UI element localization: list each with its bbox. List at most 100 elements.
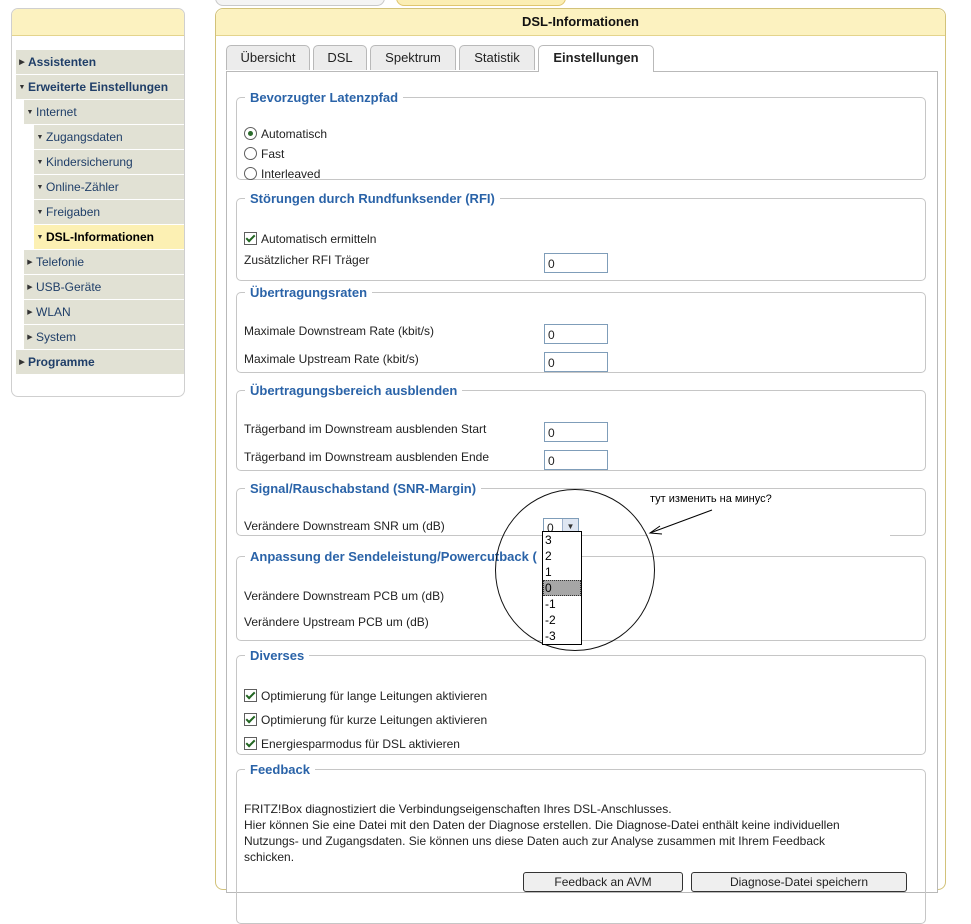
hide-end-label: Trägerband im Downstream ausblenden Ende: [244, 450, 490, 464]
sidebar-item-freigaben[interactable]: ▼ Freigaben: [34, 200, 184, 225]
radio-icon[interactable]: [244, 167, 257, 180]
chevron-down-icon: ▼: [36, 208, 44, 216]
pcb-legend: Anpassung der Sendeleistung/Powercutback…: [250, 549, 537, 564]
sidebar-item-dsl-informationen[interactable]: ▼ DSL-Informationen: [34, 225, 184, 250]
checkbox-icon[interactable]: [244, 689, 257, 702]
save-diagnose-button[interactable]: Diagnose-Datei speichern: [691, 872, 907, 892]
sidebar-item-system[interactable]: ▶ System: [24, 325, 184, 350]
sidebar-item-label: Erweiterte Einstellungen: [28, 80, 169, 94]
latency-group: Bevorzugter Latenzpfad Automatisch Fast …: [236, 90, 926, 181]
annotation-note: тут изменить на минус?: [650, 493, 772, 505]
radio-icon[interactable]: [244, 127, 257, 140]
sidebar-item-programme[interactable]: ▶ Programme: [16, 350, 184, 375]
sidebar-item-telefonie[interactable]: ▶ Telefonie: [24, 250, 184, 275]
sidebar-item-label: Freigaben: [46, 205, 101, 219]
misc-legend: Diverses: [250, 648, 305, 663]
page-title: DSL-Informationen: [216, 9, 945, 36]
checkbox-label: Optimierung für lange Leitungen aktivier…: [261, 689, 488, 703]
dropdown-option[interactable]: 2: [543, 548, 581, 564]
hide-range-legend: Übertragungsbereich ausblenden: [250, 383, 458, 398]
pcb-down-label: Verändere Downstream PCB um (dB): [244, 589, 445, 603]
feedback-text: FRITZ!Box diagnostiziert die Verbindungs…: [244, 801, 914, 865]
sidebar-item-label: DSL-Informationen: [46, 230, 154, 244]
checkbox-label: Automatisch ermitteln: [261, 232, 377, 246]
sidebar-item-internet[interactable]: ▼ Internet: [24, 100, 184, 125]
radio-label: Fast: [261, 147, 285, 161]
top-tab-right: [396, 0, 566, 6]
feedback-line-4: schicken.: [244, 850, 295, 864]
checkbox-label: Energiesparmodus für DSL aktivieren: [261, 737, 460, 751]
dropdown-option[interactable]: 1: [543, 564, 581, 580]
top-tab-left: [215, 0, 385, 6]
radio-fast[interactable]: Fast: [244, 147, 284, 161]
chevron-down-icon: ▼: [26, 108, 34, 116]
radio-automatisch[interactable]: Automatisch: [244, 127, 327, 141]
checkbox-icon[interactable]: [244, 737, 257, 750]
rfi-extra-input[interactable]: 0: [544, 253, 608, 273]
rates-down-input[interactable]: 0: [544, 324, 608, 344]
tab-statistik[interactable]: Statistik: [459, 45, 535, 70]
rfi-group: Störungen durch Rundfunksender (RFI) Aut…: [236, 191, 926, 281]
snr-dropdown-list: 3 2 1 0 -1 -2 -3: [542, 531, 582, 645]
sidebar-item-label: Kindersicherung: [46, 155, 133, 169]
rates-legend: Übertragungsraten: [250, 285, 368, 300]
sidebar-item-label: Programme: [28, 355, 95, 369]
feedback-line-3: Nutzungs- und Zugangsdaten. Sie können u…: [244, 834, 825, 848]
sidebar-item-erweiterte-einstellungen[interactable]: ▼ Erweiterte Einstellungen: [16, 75, 184, 100]
dropdown-option-selected[interactable]: 0: [543, 580, 581, 596]
radio-icon[interactable]: [244, 147, 257, 160]
chevron-down-icon: ▼: [36, 233, 44, 241]
annotation-arrow-icon: [648, 509, 713, 535]
main-panel: DSL-Informationen Übersicht DSL Spektrum…: [215, 8, 946, 924]
hide-start-label: Trägerband im Downstream ausblenden Star…: [244, 422, 487, 436]
misc-long-lines-checkbox[interactable]: Optimierung für lange Leitungen aktivier…: [244, 689, 487, 703]
radio-label: Interleaved: [261, 167, 321, 181]
rates-up-input[interactable]: 0: [544, 352, 608, 372]
chevron-down-icon: ▼: [36, 133, 44, 141]
hide-end-input[interactable]: 0: [544, 450, 608, 470]
chevron-down-icon: ▼: [36, 158, 44, 166]
chevron-right-icon: ▶: [27, 333, 33, 341]
feedback-legend: Feedback: [250, 762, 310, 777]
feedback-avm-button[interactable]: Feedback an AVM: [523, 872, 683, 892]
settings-content: Bevorzugter Latenzpfad Automatisch Fast …: [226, 71, 938, 924]
chevron-right-icon: ▶: [27, 258, 33, 266]
checkbox-icon[interactable]: [244, 232, 257, 245]
sidebar-item-label: Zugangsdaten: [46, 130, 123, 144]
dropdown-option[interactable]: -3: [543, 628, 581, 644]
dropdown-option[interactable]: -2: [543, 612, 581, 628]
snr-legend: Signal/Rauschabstand (SNR-Margin): [250, 481, 477, 496]
misc-short-lines-checkbox[interactable]: Optimierung für kurze Leitungen aktivier…: [244, 713, 487, 727]
chevron-right-icon: ▶: [27, 308, 33, 316]
sidebar-item-online-zaehler[interactable]: ▼ Online-Zähler: [34, 175, 184, 200]
rates-group: Übertragungsraten Maximale Downstream Ra…: [236, 285, 926, 373]
sidebar-item-label: WLAN: [36, 305, 71, 319]
tab-uebersicht[interactable]: Übersicht: [226, 45, 310, 70]
chevron-down-icon: ▼: [36, 183, 44, 191]
rates-up-label: Maximale Upstream Rate (kbit/s): [244, 352, 419, 366]
sidebar-header: [12, 9, 184, 36]
sidebar-item-label: Assistenten: [28, 55, 97, 69]
rates-down-label: Maximale Downstream Rate (kbit/s): [244, 324, 435, 338]
checkbox-label: Optimierung für kurze Leitungen aktivier…: [261, 713, 488, 727]
sidebar-item-assistenten[interactable]: ▶ Assistenten: [16, 50, 184, 75]
chevron-right-icon: ▶: [27, 283, 33, 291]
tab-dsl[interactable]: DSL: [313, 45, 367, 70]
sidebar-item-label: System: [36, 330, 77, 344]
misc-energy-checkbox[interactable]: Energiesparmodus für DSL aktivieren: [244, 737, 460, 751]
pcb-up-label: Verändere Upstream PCB um (dB): [244, 615, 429, 629]
tab-spektrum[interactable]: Spektrum: [370, 45, 456, 70]
tab-einstellungen[interactable]: Einstellungen: [538, 45, 654, 72]
radio-interleaved[interactable]: Interleaved: [244, 167, 320, 181]
hide-start-input[interactable]: 0: [544, 422, 608, 442]
rfi-auto-checkbox[interactable]: Automatisch ermitteln: [244, 232, 376, 246]
checkbox-icon[interactable]: [244, 713, 257, 726]
rfi-extra-label: Zusätzlicher RFI Träger: [244, 253, 370, 267]
dropdown-option[interactable]: -1: [543, 596, 581, 612]
dropdown-option[interactable]: 3: [543, 532, 581, 548]
sidebar-item-wlan[interactable]: ▶ WLAN: [24, 300, 184, 325]
sidebar-item-usb-geraete[interactable]: ▶ USB-Geräte: [24, 275, 184, 300]
snr-label: Verändere Downstream SNR um (dB): [244, 519, 445, 533]
sidebar-item-kindersicherung[interactable]: ▼ Kindersicherung: [34, 150, 184, 175]
sidebar-item-zugangsdaten[interactable]: ▼ Zugangsdaten: [34, 125, 184, 150]
